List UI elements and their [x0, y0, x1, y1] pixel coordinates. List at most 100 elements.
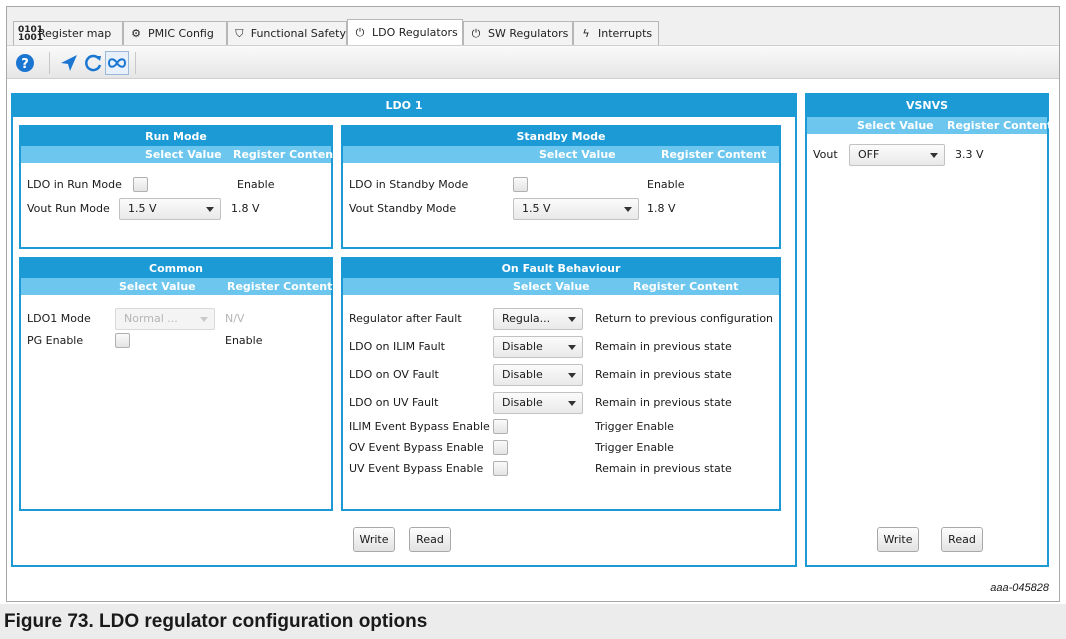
send-icon — [61, 55, 77, 71]
register-value: Remain in previous state — [595, 368, 732, 381]
standby-mode-title: Standby Mode — [343, 127, 779, 146]
on-fault-group: On Fault Behaviour Select Value Register… — [341, 257, 781, 511]
row-pg-enable: PG Enable Enable — [21, 331, 331, 351]
select-value: 1.5 V — [128, 202, 157, 215]
col-register-content: Register Content — [227, 280, 333, 293]
ldo1-write-button[interactable]: Write — [353, 527, 395, 552]
row-label: OV Event Bypass Enable — [349, 441, 484, 454]
toolbar-divider — [49, 52, 50, 74]
select-value: 1.5 V — [522, 202, 551, 215]
tab-interrupts[interactable]: ϟ Interrupts — [573, 21, 659, 45]
row-label: Vout Run Mode — [27, 202, 110, 215]
vout-run-mode-select[interactable]: 1.5 V — [119, 198, 221, 220]
tab-sw-regulators[interactable]: ⏻ SW Regulators — [463, 21, 573, 45]
shield-icon: ⛉ — [235, 26, 244, 40]
uv-event-bypass-checkbox[interactable] — [493, 461, 508, 476]
col-register-content: Register Content — [633, 280, 739, 293]
row-ldo-on-uv-fault: LDO on UV Fault Disable Remain in previo… — [343, 392, 779, 414]
common-title: Common — [21, 259, 331, 278]
col-select-value: Select Value — [119, 280, 196, 293]
row-label: LDO in Standby Mode — [349, 178, 469, 191]
tab-pmic-config[interactable]: ⚙ PMIC Config — [123, 21, 227, 45]
power-icon: ⏻ — [471, 26, 481, 40]
row-label: LDO on ILIM Fault — [349, 340, 445, 353]
row-vout: Vout OFF 3.3 V — [807, 144, 1047, 166]
vsnvs-read-button[interactable]: Read — [941, 527, 983, 552]
chevron-down-icon — [200, 317, 208, 322]
vsnvs-title: VSNVS — [807, 95, 1047, 117]
row-label: Vout Standby Mode — [349, 202, 457, 215]
ldo1-panel: LDO 1 Run Mode Select Value Register Con… — [11, 93, 797, 567]
vsnvs-panel: VSNVS Select Value Register Content Vout… — [805, 93, 1052, 567]
help-button[interactable]: ? — [13, 51, 37, 75]
select-value: Disable — [502, 340, 543, 353]
row-label: LDO1 Mode — [27, 312, 91, 325]
ldo1-mode-select[interactable]: Normal ... — [115, 308, 215, 330]
regulator-after-fault-select[interactable]: Regula... — [493, 308, 583, 330]
vsnvs-vout-select[interactable]: OFF — [849, 144, 945, 166]
register-value: Return to previous configuration — [595, 312, 774, 325]
row-ldo1-mode: LDO1 Mode Normal ... N/V — [21, 308, 331, 330]
ldo-run-mode-checkbox[interactable] — [133, 177, 148, 192]
vsnvs-write-button[interactable]: Write — [877, 527, 919, 552]
chevron-down-icon — [568, 401, 576, 406]
tab-register-map[interactable]: 0101 1001 Register map — [13, 21, 123, 45]
select-value: Disable — [502, 396, 543, 409]
send-button[interactable] — [57, 51, 81, 75]
tab-label: PMIC Config — [148, 27, 214, 40]
standby-mode-group: Standby Mode Select Value Register Conte… — [341, 125, 781, 249]
register-value: Enable — [225, 334, 263, 347]
row-ldo-in-run-mode: LDO in Run Mode Enable — [21, 175, 331, 195]
select-value: Normal ... — [124, 312, 178, 325]
ov-event-bypass-checkbox[interactable] — [493, 440, 508, 455]
row-label: LDO on UV Fault — [349, 396, 439, 409]
row-vout-standby-mode: Vout Standby Mode 1.5 V 1.8 V — [343, 198, 779, 220]
col-register-content: Register Content — [233, 148, 339, 161]
tab-label: SW Regulators — [488, 27, 569, 40]
register-value: N/V — [225, 312, 245, 325]
chevron-down-icon — [568, 345, 576, 350]
tab-label: LDO Regulators — [372, 26, 458, 39]
loop-button[interactable] — [105, 51, 129, 75]
ldo1-title: LDO 1 — [13, 95, 795, 117]
row-ilim-event-bypass: ILIM Event Bypass Enable Trigger Enable — [343, 417, 779, 437]
gear-icon: ⚙ — [131, 27, 141, 40]
row-label: Vout — [813, 148, 838, 161]
toolbar-divider — [135, 52, 136, 74]
svg-text:?: ? — [21, 57, 29, 72]
vout-standby-mode-select[interactable]: 1.5 V — [513, 198, 639, 220]
tab-label: Interrupts — [598, 27, 653, 40]
register-value: Remain in previous state — [595, 340, 732, 353]
register-value: Remain in previous state — [595, 462, 732, 475]
col-select-value: Select Value — [857, 119, 934, 132]
vsnvs-column-header: Select Value Register Content — [807, 117, 1052, 134]
ldo-on-uv-fault-select[interactable]: Disable — [493, 392, 583, 414]
figure-caption: Figure 73. LDO regulator configuration o… — [0, 604, 1066, 639]
chevron-down-icon — [568, 373, 576, 378]
col-select-value: Select Value — [513, 280, 590, 293]
power-icon: ⏻ — [355, 25, 365, 39]
ilim-event-bypass-checkbox[interactable] — [493, 419, 508, 434]
tab-functional-safety[interactable]: ⛉ Functional Safety — [227, 21, 347, 45]
row-label: LDO on OV Fault — [349, 368, 439, 381]
chevron-down-icon — [930, 153, 938, 158]
register-map-icon: 0101 1001 — [18, 24, 44, 43]
ldo-standby-mode-checkbox[interactable] — [513, 177, 528, 192]
chevron-down-icon — [624, 207, 632, 212]
pg-enable-checkbox[interactable] — [115, 333, 130, 348]
register-value: Trigger Enable — [595, 420, 674, 433]
row-label: LDO in Run Mode — [27, 178, 122, 191]
tab-ldo-regulators[interactable]: ⏻ LDO Regulators — [347, 19, 463, 45]
ldo-on-ilim-fault-select[interactable]: Disable — [493, 336, 583, 358]
run-mode-group: Run Mode Select Value Register Content L… — [19, 125, 338, 249]
app-window: 0101 1001 Register map ⚙ PMIC Config ⛉ Fu… — [6, 6, 1060, 602]
select-value: OFF — [858, 148, 880, 161]
col-register-content: Register Content — [947, 119, 1053, 132]
row-ov-event-bypass: OV Event Bypass Enable Trigger Enable — [343, 438, 779, 458]
ldo1-read-button[interactable]: Read — [409, 527, 451, 552]
chevron-down-icon — [206, 207, 214, 212]
row-label: ILIM Event Bypass Enable — [349, 420, 490, 433]
ldo-on-ov-fault-select[interactable]: Disable — [493, 364, 583, 386]
figure-id: aaa-045828 — [990, 582, 1049, 594]
refresh-button[interactable] — [81, 51, 105, 75]
